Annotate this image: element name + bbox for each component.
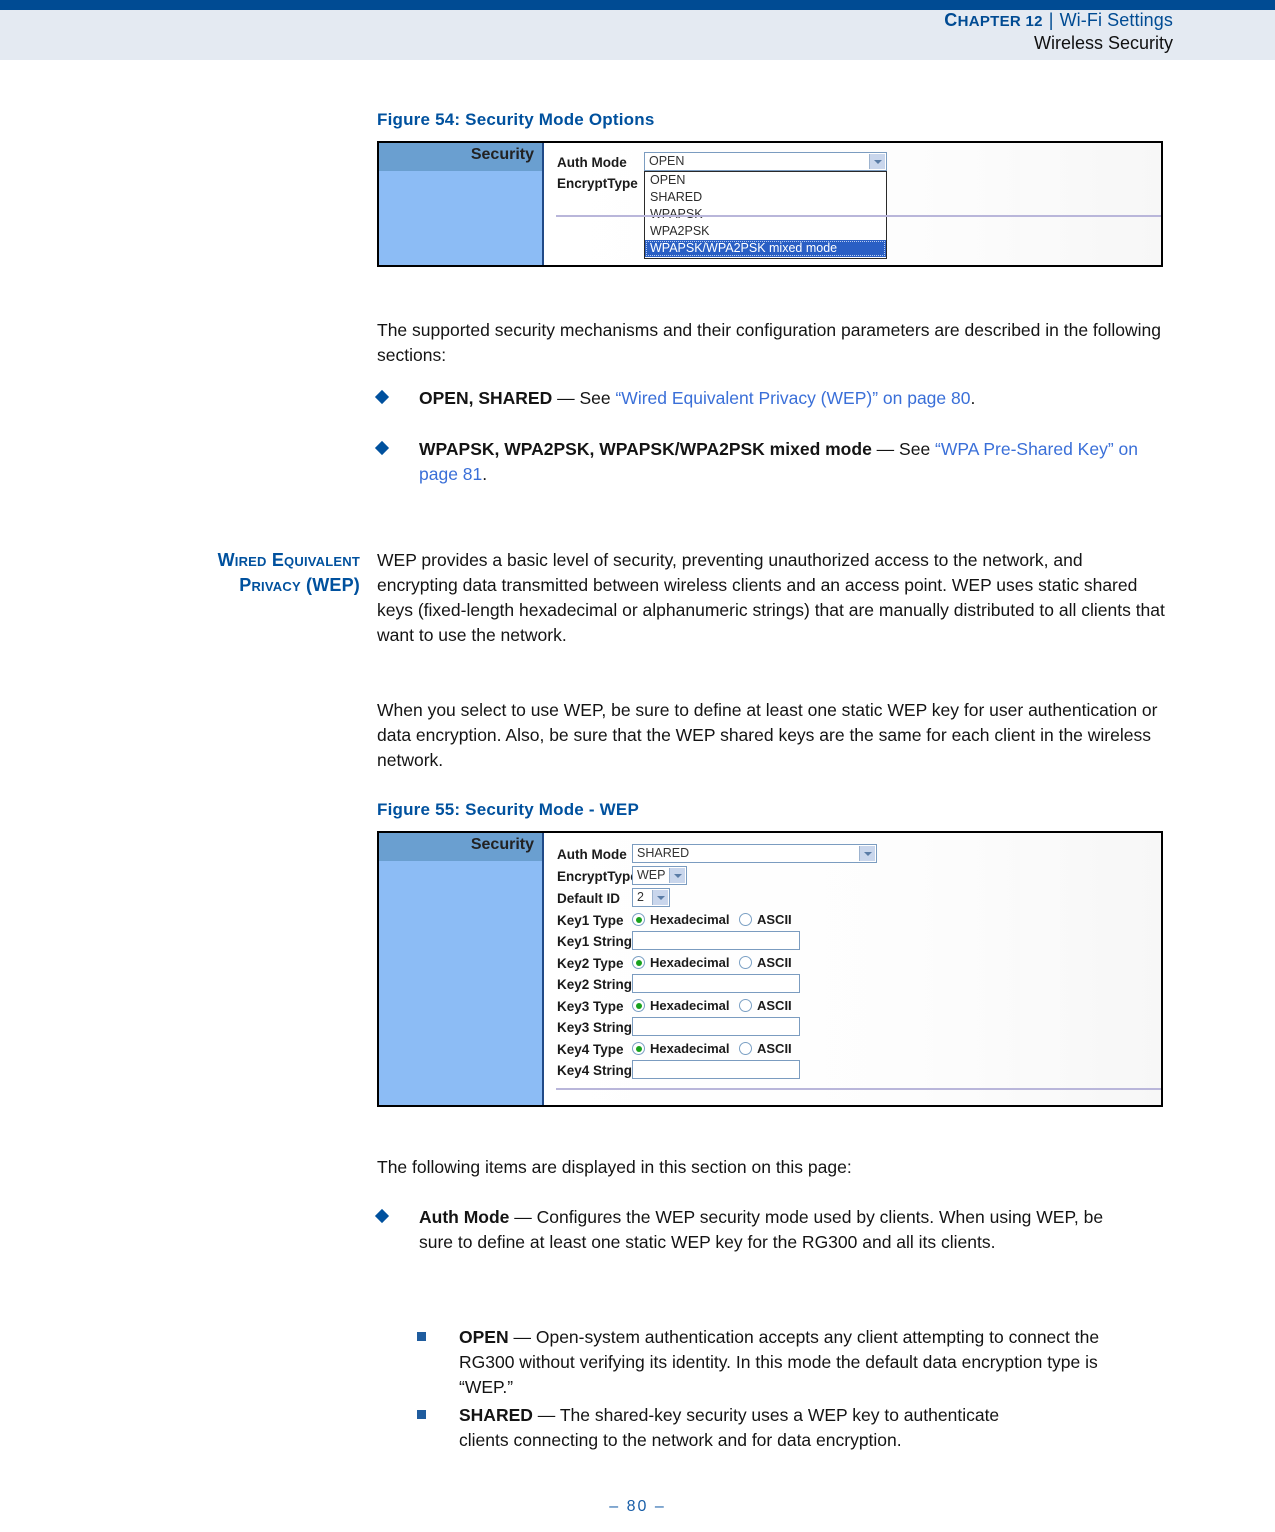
fig54-auth-mode-label: Auth Mode (557, 155, 627, 170)
square-bullet-icon (417, 1410, 426, 1419)
fig55-key3-ascii-label: ASCII (757, 998, 792, 1013)
diamond-bullet-icon (374, 440, 390, 456)
list-item-term: SHARED (459, 1405, 533, 1425)
fig55-key4-type-label: Key4 Type (557, 1042, 624, 1057)
chevron-down-icon[interactable] (869, 154, 885, 169)
fig55-key2-string-label: Key2 String (557, 977, 633, 992)
diamond-bullet-icon (374, 1208, 390, 1224)
page-number: – 80 – (609, 1498, 666, 1515)
dropdown-option[interactable]: SHARED (645, 189, 886, 206)
fig55-key2-hexadecimal-label: Hexadecimal (650, 955, 730, 970)
diamond-bullet-icon (374, 389, 390, 405)
fig55-key3-type-label: Key3 Type (557, 999, 624, 1014)
section-side-heading: Wired Equivalent Privacy (WEP) (110, 548, 360, 598)
wep-paragraph-2: When you select to use WEP, be sure to d… (377, 700, 1158, 770)
fig54-panel-title: Security (379, 143, 542, 171)
fig54-auth-mode-value: OPEN (649, 154, 685, 168)
fig55-key4-ascii-radio[interactable] (739, 1042, 752, 1055)
fig55-key3-ascii-radio[interactable] (739, 999, 752, 1012)
cross-reference-link[interactable]: “Wired Equivalent Privacy (WEP)” on page… (615, 388, 970, 408)
header-section-title: Wi-Fi Settings (1059, 10, 1173, 30)
fig55-key2-hexadecimal-radio[interactable] (632, 956, 645, 969)
fig55-auth-mode-select[interactable]: SHARED (632, 844, 877, 863)
figure-54-caption: Figure 54: Security Mode Options (377, 110, 655, 129)
fig55-auth-mode-value: SHARED (637, 846, 690, 860)
dropdown-option[interactable]: OPEN (645, 172, 886, 189)
fig55-encrypt-type-select[interactable]: WEP (632, 866, 687, 885)
list-item-text: Auth Mode — Configures the WEP security … (419, 1207, 1104, 1252)
list-item-term: Auth Mode (419, 1207, 510, 1227)
list-item-term: OPEN, SHARED (419, 388, 553, 408)
fig55-key2-type-label: Key2 Type (557, 956, 624, 971)
running-head-line1: CHAPTER 12 | Wi-Fi Settings (944, 10, 1173, 31)
fig55-key4-hexadecimal-radio[interactable] (632, 1042, 645, 1055)
chevron-down-icon[interactable] (669, 868, 685, 883)
fig55-key1-hexadecimal-radio[interactable] (632, 913, 645, 926)
fig54-encrypt-type-label: EncryptType (557, 176, 638, 191)
fig55-key1-ascii-label: ASCII (757, 912, 792, 927)
list-item-term: OPEN (459, 1327, 509, 1347)
square-bullet-icon (417, 1332, 426, 1341)
dropdown-option[interactable]: WPA2PSK (645, 223, 886, 240)
fig55-key3-string-input[interactable] (632, 1017, 800, 1036)
list-item-term: WPAPSK, WPA2PSK, WPAPSK/WPA2PSK mixed mo… (419, 439, 872, 459)
fig55-default-id-value: 2 (637, 890, 644, 904)
fig55-key1-string-input[interactable] (632, 931, 800, 950)
list-item-text: OPEN, SHARED — See “Wired Equivalent Pri… (419, 388, 976, 408)
figure-55-screenshot: Security Auth Mode SHARED EncryptType WE… (377, 831, 1163, 1107)
chapter-label: CHAPTER 12 (944, 10, 1043, 30)
wep-paragraph-1: WEP provides a basic level of security, … (377, 550, 1165, 645)
fig54-divider-right (887, 215, 1161, 217)
fig55-default-id-select[interactable]: 2 (632, 888, 670, 907)
list-item: WPAPSK, WPA2PSK, WPAPSK/WPA2PSK mixed mo… (374, 437, 1172, 487)
header-top-rule (0, 0, 1275, 10)
list-item: Auth Mode — Configures the WEP security … (374, 1205, 1137, 1255)
fig55-key1-ascii-radio[interactable] (739, 913, 752, 926)
side-heading-line-1: Wired Equivalent (217, 550, 360, 570)
list-item-text: SHARED — The shared-key security uses a … (459, 1405, 1000, 1450)
list-item-text: OPEN — Open-system authentication accept… (459, 1327, 1100, 1397)
fig55-panel-title: Security (379, 833, 542, 861)
running-head-line2: Wireless Security (1033, 33, 1173, 53)
fig55-key4-ascii-label: ASCII (757, 1041, 792, 1056)
fig55-key2-string-input[interactable] (632, 974, 800, 993)
fig55-default-id-label: Default ID (557, 891, 621, 906)
fig55-divider (556, 1088, 1161, 1090)
fig54-panel-body: Auth Mode EncryptType OPEN OPEN SHARED W… (544, 143, 1161, 265)
fig55-key1-string-label: Key1 String (557, 934, 633, 949)
fig55-key4-string-input[interactable] (632, 1060, 800, 1079)
fig55-encrypt-type-value: WEP (637, 868, 666, 882)
chevron-down-icon[interactable] (652, 890, 668, 905)
fig55-key4-hexadecimal-label: Hexadecimal (650, 1041, 730, 1056)
fig55-key2-ascii-label: ASCII (757, 955, 792, 970)
fig55-panel-sidebar: Security (379, 833, 544, 1105)
figure-54-screenshot: Security Auth Mode EncryptType OPEN OPEN… (377, 141, 1163, 267)
fig55-key2-ascii-radio[interactable] (739, 956, 752, 969)
side-heading-line-2: Privacy (WEP) (239, 575, 360, 595)
dropdown-option-selected[interactable]: WPAPSK/WPA2PSK mixed mode (645, 240, 886, 257)
fig55-key1-hexadecimal-label: Hexadecimal (650, 912, 730, 927)
list-item-text: WPAPSK, WPA2PSK, WPAPSK/WPA2PSK mixed mo… (419, 439, 1138, 484)
list-item: SHARED — The shared-key security uses a … (417, 1403, 1037, 1453)
fig55-key4-string-label: Key4 String (557, 1063, 633, 1078)
fig55-panel-body: Auth Mode SHARED EncryptType WEP Default… (544, 833, 1161, 1105)
fig55-auth-mode-label: Auth Mode (557, 847, 627, 862)
header-separator: | (1048, 10, 1054, 30)
fig55-key1-type-label: Key1 Type (557, 913, 624, 928)
chevron-down-icon[interactable] (859, 846, 875, 861)
fig54-panel-sidebar: Security (379, 143, 544, 265)
intro-paragraph: The supported security mechanisms and th… (377, 320, 1162, 365)
figure-55-caption: Figure 55: Security Mode - WEP (377, 800, 639, 819)
fig55-encrypt-type-label: EncryptType (557, 869, 638, 884)
fig54-auth-mode-select[interactable]: OPEN (644, 152, 887, 171)
items-lead-paragraph: The following items are displayed in thi… (377, 1157, 852, 1177)
list-item: OPEN, SHARED — See “Wired Equivalent Pri… (374, 386, 1172, 411)
list-item: OPEN — Open-system authentication accept… (417, 1325, 1147, 1400)
fig55-key3-hexadecimal-label: Hexadecimal (650, 998, 730, 1013)
fig55-key3-hexadecimal-radio[interactable] (632, 999, 645, 1012)
fig55-key3-string-label: Key3 String (557, 1020, 633, 1035)
